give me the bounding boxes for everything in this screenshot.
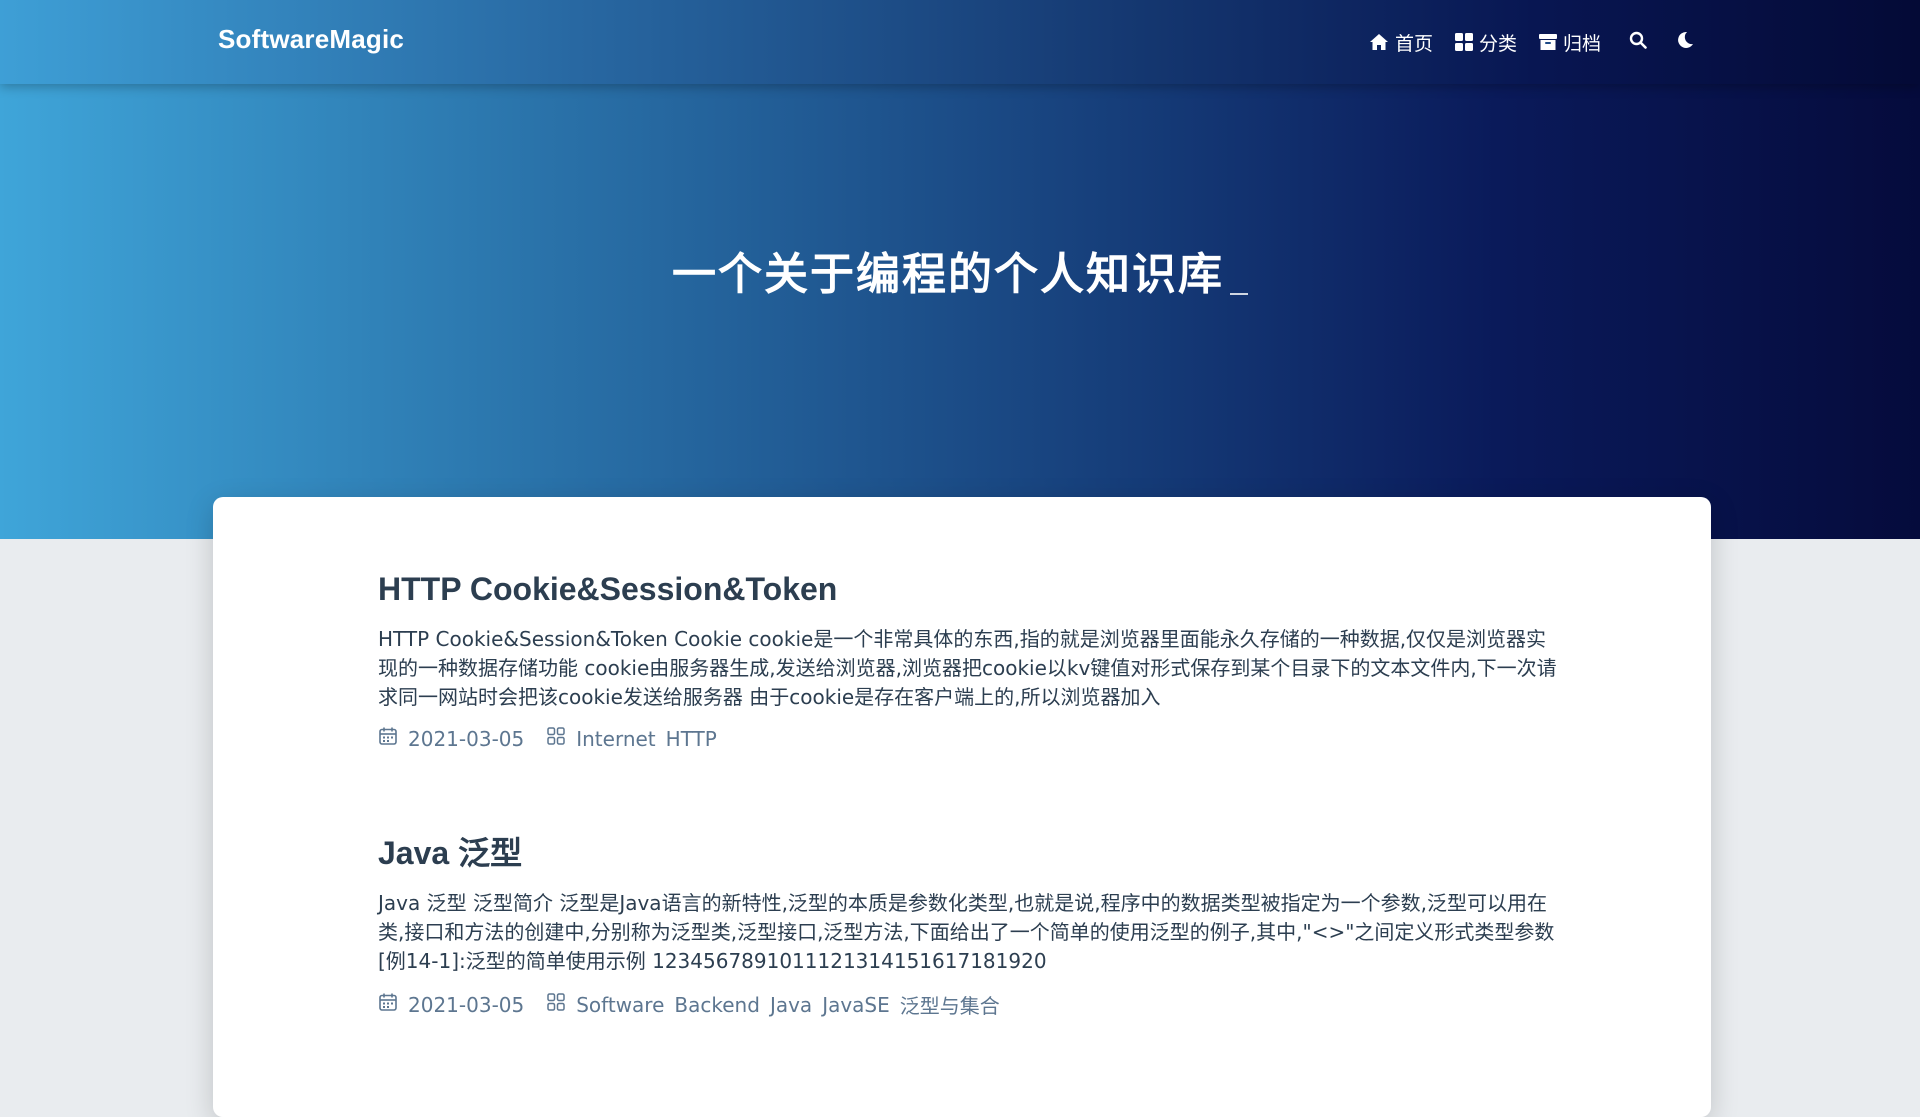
post-date: 2021-03-05 xyxy=(378,726,524,751)
post-title[interactable]: HTTP Cookie&Session&Token xyxy=(378,569,1558,609)
site-brand[interactable]: SoftwareMagic xyxy=(218,24,404,55)
post-date-text: 2021-03-05 xyxy=(408,726,525,751)
post-tag[interactable]: Software xyxy=(576,993,664,1017)
grid-icon xyxy=(1454,33,1473,51)
post-excerpt: Java 泛型 泛型简介 泛型是Java语言的新特性,泛型的本质是参数化类型,也… xyxy=(378,891,1555,973)
post-tag[interactable]: Java xyxy=(770,993,812,1017)
post-tags: Internet HTTP xyxy=(546,726,717,751)
search-icon xyxy=(1629,31,1647,53)
post-tags: Software Backend Java JavaSE 泛型与集合 xyxy=(546,990,1000,1019)
nav-categories-label: 分类 xyxy=(1478,32,1517,55)
post-tag[interactable]: Internet xyxy=(576,727,655,751)
category-icon xyxy=(546,992,566,1017)
search-button[interactable] xyxy=(1629,31,1647,53)
post-date-text: 2021-03-05 xyxy=(408,992,525,1017)
post-item: Java 泛型 Java 泛型 泛型简介 泛型是Java语言的新特性,泛型的本质… xyxy=(378,833,1558,1019)
home-icon xyxy=(1369,33,1389,51)
theme-toggle-button[interactable] xyxy=(1675,30,1695,54)
moon-icon xyxy=(1675,30,1695,54)
hero-title-text: 一个关于编程的个人知识库 xyxy=(672,249,1224,300)
nav-home-label: 首页 xyxy=(1394,32,1433,55)
post-excerpt: HTTP Cookie&Session&Token Cookie cookie是… xyxy=(378,627,1557,709)
post-tag[interactable]: 泛型与集合 xyxy=(900,990,1000,1019)
navbar: SoftwareMagic 首页 分类 归档 xyxy=(0,0,1920,84)
calendar-icon xyxy=(378,992,398,1017)
nav-archive-label: 归档 xyxy=(1562,32,1601,55)
typing-cursor xyxy=(1230,293,1248,295)
category-icon xyxy=(546,726,566,751)
archive-icon xyxy=(1538,33,1557,51)
post-list-card: HTTP Cookie&Session&Token HTTP Cookie&Se… xyxy=(213,497,1711,1117)
nav-item-home[interactable]: 首页 xyxy=(1369,29,1433,56)
hero-title: 一个关于编程的个人知识库 xyxy=(0,238,1920,302)
post-item: HTTP Cookie&Session&Token HTTP Cookie&Se… xyxy=(378,569,1558,751)
post-title[interactable]: Java 泛型 xyxy=(378,833,1558,873)
post-meta: 2021-03-05 Software Backend Java JavaSE … xyxy=(378,990,1558,1019)
nav-item-archive[interactable]: 归档 xyxy=(1538,29,1601,56)
post-tag[interactable]: JavaSE xyxy=(822,993,890,1017)
nav-item-categories[interactable]: 分类 xyxy=(1454,29,1517,56)
post-tag[interactable]: Backend xyxy=(674,993,760,1017)
nav-menu: 首页 分类 归档 xyxy=(1369,0,1695,84)
calendar-icon xyxy=(378,726,398,751)
post-meta: 2021-03-05 Internet HTTP xyxy=(378,726,1558,751)
post-tag[interactable]: HTTP xyxy=(666,727,717,751)
post-date: 2021-03-05 xyxy=(378,992,524,1017)
